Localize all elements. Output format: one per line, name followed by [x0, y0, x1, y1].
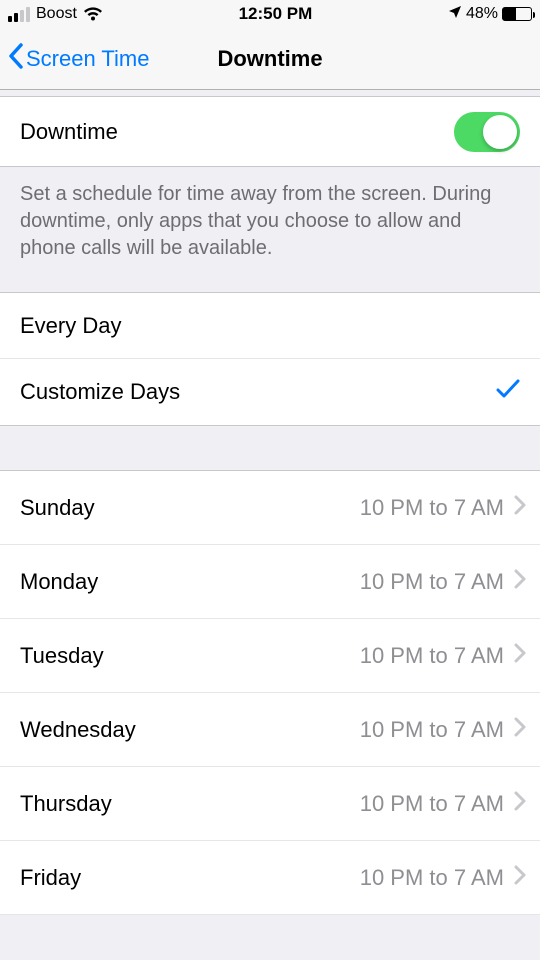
every-day-option[interactable]: Every Day: [0, 293, 540, 359]
downtime-description: Set a schedule for time away from the sc…: [0, 167, 540, 292]
downtime-toggle[interactable]: [454, 112, 520, 152]
chevron-right-icon: [514, 495, 526, 521]
customize-days-label: Customize Days: [20, 379, 180, 405]
days-list: Sunday10 PM to 7 AMMonday10 PM to 7 AMTu…: [0, 471, 540, 915]
day-row-monday[interactable]: Monday 10 PM to 7 AM: [0, 545, 540, 619]
day-time: 10 PM to 7 AM: [360, 643, 504, 669]
nav-header: Screen Time Downtime: [0, 28, 540, 90]
status-bar: Boost 12:50 PM 48%: [0, 0, 540, 28]
day-name: Sunday: [20, 495, 95, 521]
day-time: 10 PM to 7 AM: [360, 717, 504, 743]
day-row-thursday[interactable]: Thursday 10 PM to 7 AM: [0, 767, 540, 841]
chevron-left-icon: [8, 43, 24, 75]
day-row-friday[interactable]: Friday 10 PM to 7 AM: [0, 841, 540, 915]
section-spacer: [0, 425, 540, 471]
day-time: 10 PM to 7 AM: [360, 865, 504, 891]
back-label: Screen Time: [26, 46, 150, 72]
day-row-sunday[interactable]: Sunday 10 PM to 7 AM: [0, 471, 540, 545]
wifi-icon: [83, 7, 103, 22]
battery-icon: [502, 7, 532, 21]
cellular-signal-icon: [8, 7, 30, 22]
day-name: Tuesday: [20, 643, 104, 669]
chevron-right-icon: [514, 791, 526, 817]
downtime-toggle-label: Downtime: [20, 119, 118, 145]
day-row-tuesday[interactable]: Tuesday 10 PM to 7 AM: [0, 619, 540, 693]
carrier-label: Boost: [36, 5, 77, 23]
chevron-right-icon: [514, 865, 526, 891]
downtime-toggle-row: Downtime: [0, 97, 540, 167]
day-time: 10 PM to 7 AM: [360, 791, 504, 817]
battery-percent: 48%: [466, 5, 498, 23]
chevron-right-icon: [514, 717, 526, 743]
customize-days-option[interactable]: Customize Days: [0, 359, 540, 425]
location-icon: [448, 5, 462, 24]
status-time: 12:50 PM: [239, 4, 313, 24]
day-row-wednesday[interactable]: Wednesday 10 PM to 7 AM: [0, 693, 540, 767]
checkmark-icon: [496, 379, 520, 405]
day-time: 10 PM to 7 AM: [360, 495, 504, 521]
every-day-label: Every Day: [20, 313, 121, 339]
day-name: Wednesday: [20, 717, 136, 743]
day-name: Friday: [20, 865, 81, 891]
chevron-right-icon: [514, 643, 526, 669]
chevron-right-icon: [514, 569, 526, 595]
back-button[interactable]: Screen Time: [8, 43, 150, 75]
day-time: 10 PM to 7 AM: [360, 569, 504, 595]
day-name: Monday: [20, 569, 98, 595]
day-name: Thursday: [20, 791, 112, 817]
